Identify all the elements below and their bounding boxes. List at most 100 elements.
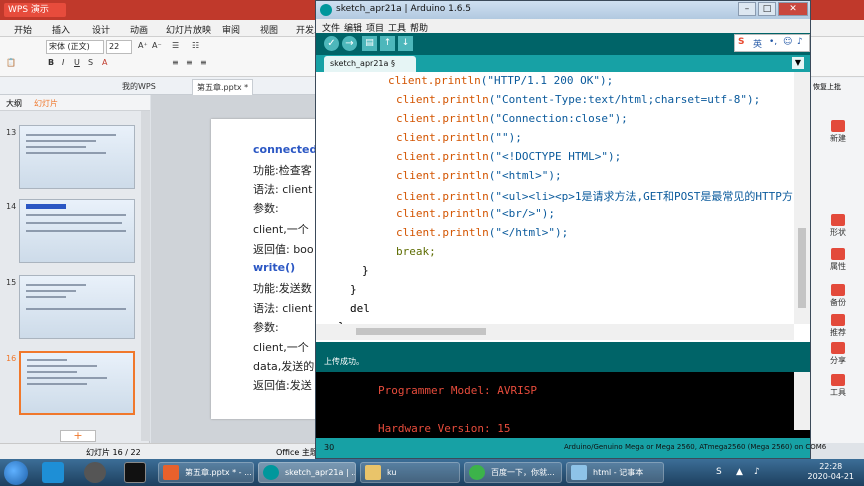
font-grow-icon[interactable]: A⁺: [138, 41, 148, 50]
slide-text: write(): [253, 261, 296, 274]
slide-thumbnail-15[interactable]: [19, 275, 135, 339]
save-sketch-icon[interactable]: ↓: [398, 36, 413, 51]
tray-sogou-icon[interactable]: S: [716, 467, 722, 477]
window-title: sketch_apr21a | Arduino 1.6.5: [336, 4, 472, 14]
font-name-select[interactable]: 宋体 (正文): [46, 40, 104, 54]
tab-menu-button[interactable]: ▼: [792, 57, 804, 69]
slide-number: 15: [6, 278, 17, 287]
upload-status-message: 上传成功。: [324, 357, 364, 366]
sidebar-new[interactable]: 新建: [811, 120, 864, 144]
sidebar-backup[interactable]: 备份: [811, 284, 864, 308]
code-line: client.println("<!DOCTYPE HTML>");: [396, 150, 622, 163]
underline-icon[interactable]: U: [74, 58, 80, 67]
menu-home[interactable]: 开始: [14, 23, 32, 36]
close-button[interactable]: ✕: [778, 2, 808, 16]
taskbar-wps[interactable]: 第五章.pptx * - ...: [158, 462, 254, 483]
code-line: client.println("");: [396, 131, 522, 144]
slide-thumbnail-16[interactable]: [19, 351, 135, 415]
paste-icon[interactable]: 📋: [6, 58, 16, 67]
bullet-list-icon[interactable]: ☰: [172, 41, 179, 50]
slide-text: client,一个: [253, 223, 309, 236]
code-editor[interactable]: client.println("HTTP/1.1 200 OK"); clien…: [316, 72, 810, 342]
system-clock[interactable]: 22:28 2020-04-21: [808, 462, 855, 482]
sidebar-share[interactable]: 分享: [811, 342, 864, 366]
align-center-icon[interactable]: ≡: [186, 58, 193, 67]
sidebar-recommend[interactable]: 推荐: [811, 314, 864, 338]
folder-icon: [365, 465, 381, 480]
slide-text: client,一个: [253, 341, 309, 354]
slide-counter: 幻灯片 16 / 22: [86, 448, 141, 457]
new-sketch-icon[interactable]: ▤: [362, 36, 377, 51]
tab-pptx[interactable]: 第五章.pptx *: [192, 79, 254, 95]
ime-voice-icon[interactable]: ♪: [797, 37, 803, 47]
taskbar-folder[interactable]: ku: [360, 462, 460, 483]
bold-icon[interactable]: B: [48, 58, 54, 67]
slide-text: 返回值:发送: [253, 379, 312, 392]
slide-text: 参数:: [253, 321, 279, 334]
ime-language-toggle[interactable]: 英: [753, 37, 762, 50]
taskbar-arduino[interactable]: sketch_apr21a | ...: [258, 462, 356, 483]
cmd-icon[interactable]: [124, 462, 146, 483]
taskbar-notepad[interactable]: html - 记事本: [566, 462, 664, 483]
tab-outline[interactable]: 大纲: [6, 98, 22, 109]
ime-emoji-icon[interactable]: ☺: [783, 37, 792, 47]
font-color-icon[interactable]: A: [102, 58, 107, 67]
start-button[interactable]: [4, 461, 28, 485]
panel-tabs: 大纲 幻灯片: [0, 95, 150, 111]
font-size-select[interactable]: 22: [106, 40, 132, 54]
strikethrough-icon[interactable]: S: [88, 58, 93, 67]
tray-network-icon[interactable]: ▲: [736, 467, 743, 477]
sidebar-properties[interactable]: 属性: [811, 248, 864, 272]
tab-slides[interactable]: 幻灯片: [34, 98, 58, 109]
menu-animation[interactable]: 动画: [130, 23, 148, 36]
windows-taskbar: 第五章.pptx * - ... sketch_apr21a | ... ku …: [0, 459, 864, 486]
taskbar-browser[interactable]: 百度一下，你就...: [464, 462, 562, 483]
open-sketch-icon[interactable]: ↑: [380, 36, 395, 51]
restore-link[interactable]: 恢复上批: [813, 82, 841, 92]
sidebar-tools[interactable]: 工具: [811, 374, 864, 398]
slide-thumbnail-14[interactable]: [19, 199, 135, 263]
code-line: }: [350, 283, 357, 296]
console-output[interactable]: Programmer Model: AVRISP Hardware Versio…: [316, 372, 810, 438]
editor-scroll-thumb[interactable]: [798, 228, 806, 308]
slide-text: 功能:发送数: [253, 282, 312, 295]
clock-time: 22:28: [819, 462, 843, 471]
tab-my-wps[interactable]: 我的WPS: [118, 79, 160, 95]
recommend-icon: [831, 314, 845, 326]
sidebar-shape[interactable]: 形状: [811, 214, 864, 238]
slide-text: 语法: client: [253, 302, 313, 315]
verify-icon[interactable]: ✓: [324, 36, 339, 51]
font-shrink-icon[interactable]: A⁻: [152, 41, 162, 50]
ime-toolbar[interactable]: S 英 •, ☺ ♪: [734, 34, 810, 52]
minimize-button[interactable]: –: [738, 2, 756, 16]
notepad-icon: [571, 465, 587, 480]
ie-icon[interactable]: [42, 462, 64, 483]
menu-slideshow[interactable]: 幻灯片放映: [166, 23, 211, 36]
menu-view[interactable]: 视图: [260, 23, 278, 36]
console-scrollbar[interactable]: [794, 372, 810, 430]
number-list-icon[interactable]: ☷: [192, 41, 199, 50]
ime-punctuation-icon[interactable]: •,: [769, 37, 777, 47]
wps-presentation-icon: [163, 465, 179, 480]
nox-icon[interactable]: [84, 462, 106, 483]
code-line: client.println("<ul><li><p>1是请求方法,GET和PO…: [396, 190, 793, 203]
slide-thumbnail-13[interactable]: [19, 125, 135, 189]
sogou-icon[interactable]: S: [738, 37, 744, 47]
slide-text: data,发送的: [253, 360, 315, 373]
menu-review[interactable]: 审阅: [222, 23, 240, 36]
tray-volume-icon[interactable]: ♪: [754, 467, 760, 477]
sketch-tab-row: sketch_apr21a § ▼: [316, 55, 810, 72]
add-slide-button[interactable]: +: [60, 430, 96, 442]
editor-hscroll-thumb[interactable]: [356, 328, 486, 335]
menu-insert[interactable]: 插入: [52, 23, 70, 36]
align-right-icon[interactable]: ≡: [200, 58, 207, 67]
menu-design[interactable]: 设计: [92, 23, 110, 36]
sketch-tab[interactable]: sketch_apr21a §: [324, 56, 416, 72]
maximize-button[interactable]: □: [758, 2, 776, 16]
align-left-icon[interactable]: ≡: [172, 58, 179, 67]
wps-logo[interactable]: WPS 演示: [4, 3, 66, 17]
panel-scrollbar[interactable]: [141, 111, 150, 441]
code-line: client.println("Connection:close");: [396, 112, 628, 125]
upload-icon[interactable]: →: [342, 36, 357, 51]
italic-icon[interactable]: I: [62, 58, 64, 67]
